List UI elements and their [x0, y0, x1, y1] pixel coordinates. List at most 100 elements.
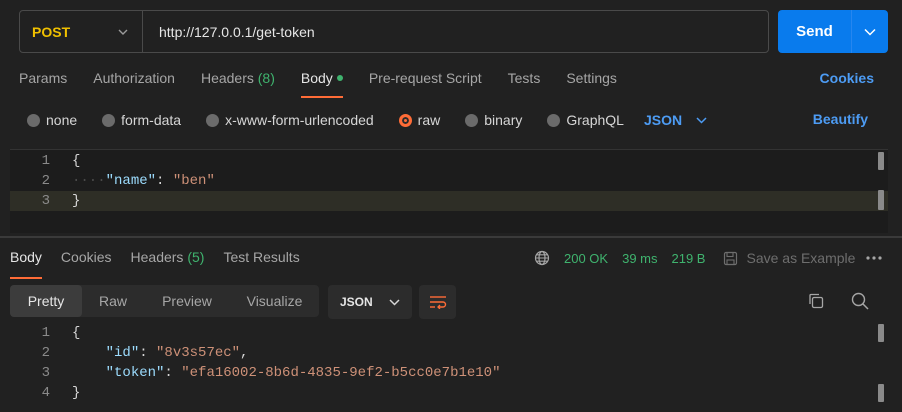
json-comma: , [240, 345, 249, 361]
search-icon[interactable] [851, 292, 869, 310]
chevron-down-icon [118, 29, 128, 35]
response-format-dropdown[interactable]: JSON [328, 285, 412, 319]
request-tabs: Params Authorization Headers (8) Body Pr… [19, 70, 643, 98]
view-mode-segmented-control: Pretty Raw Preview Visualize [10, 285, 319, 317]
response-tabs: Body Cookies Headers (5) Test Results [10, 249, 319, 279]
tab-label: Body [10, 249, 42, 265]
url-input[interactable]: http://127.0.0.1/get-token [143, 24, 768, 40]
radio-form-data[interactable]: form-data [102, 112, 181, 128]
tab-label: Pre-request Script [368, 70, 482, 86]
code-text: } [72, 385, 81, 401]
code-text: { [72, 325, 81, 341]
tab-pre-request-script[interactable]: Pre-request Script [369, 70, 482, 98]
code-line: 2 ····"name": "ben" [10, 171, 888, 191]
request-body-editor[interactable]: 1 { 2 ····"name": "ben" 3 } [10, 149, 888, 233]
radio-binary[interactable]: binary [465, 112, 522, 128]
json-key: "id" [105, 345, 140, 361]
save-icon [724, 251, 738, 265]
tab-label: Cookies [60, 249, 112, 265]
tab-label: Headers [200, 70, 254, 86]
tab-test-results[interactable]: Test Results [223, 249, 299, 277]
radio-circle [547, 113, 561, 127]
chevron-down-icon [389, 298, 400, 306]
radio-label: binary [484, 112, 523, 128]
wrap-lines-button[interactable] [419, 285, 456, 319]
radio-x-www-form-urlencoded[interactable]: x-www-form-urlencoded [206, 112, 374, 128]
line-number: 3 [41, 365, 50, 381]
response-time[interactable]: 39 ms [622, 251, 657, 266]
json-key: "token" [105, 365, 165, 381]
response-scrollbar[interactable] [878, 324, 884, 342]
tab-response-cookies[interactable]: Cookies [61, 249, 112, 277]
tab-label: Params [19, 70, 68, 86]
radio-circle [206, 113, 220, 127]
save-as-example-button[interactable]: Save as Example [723, 250, 855, 266]
tab-response-headers[interactable]: Headers (5) [131, 249, 205, 277]
tab-authorization[interactable]: Authorization [93, 70, 175, 98]
tab-label: Tests [507, 70, 541, 86]
line-number: 3 [41, 193, 50, 209]
json-value: "8v3s57ec" [156, 345, 241, 361]
code-text: { [72, 153, 81, 169]
view-mode-pretty[interactable]: Pretty [10, 285, 82, 317]
radio-circle-selected [398, 113, 412, 127]
radio-circle [27, 113, 40, 127]
line-number: 4 [41, 385, 50, 401]
send-label: Send [796, 23, 833, 40]
radio-circle [465, 113, 479, 127]
body-indicator-dot [336, 75, 343, 82]
pane-divider[interactable] [0, 236, 902, 238]
beautify-button[interactable]: Beautify [813, 111, 868, 127]
body-format-dropdown[interactable]: JSON [644, 112, 707, 128]
copy-icon[interactable] [807, 292, 825, 310]
tab-tests[interactable]: Tests [508, 70, 541, 98]
method-select[interactable]: POST [20, 11, 143, 52]
line-number: 1 [41, 153, 50, 169]
view-mode-visualize[interactable]: Visualize [230, 285, 319, 317]
code-line-current: 3 } [10, 191, 888, 211]
more-options-icon[interactable] [866, 256, 882, 260]
code-line: 1 { [10, 151, 888, 171]
view-mode-raw[interactable]: Raw [82, 285, 144, 317]
line-number: 2 [41, 345, 50, 361]
body-type-radios: none form-data x-www-form-urlencoded raw… [27, 111, 707, 129]
radio-label: GraphQL [566, 112, 624, 128]
view-mode-preview[interactable]: Preview [144, 285, 230, 317]
send-options-button[interactable] [852, 28, 888, 36]
save-as-example-label: Save as Example [746, 250, 856, 266]
tab-headers[interactable]: Headers (8) [201, 70, 275, 98]
json-value: "ben" [172, 173, 215, 189]
radio-graphql[interactable]: GraphQL [547, 112, 624, 128]
globe-icon[interactable] [534, 250, 550, 266]
tab-params[interactable]: Params [19, 70, 67, 98]
response-size[interactable]: 219 B [672, 251, 706, 266]
code-text: } [72, 193, 81, 209]
radio-raw[interactable]: raw [398, 112, 440, 128]
tab-body[interactable]: Body [300, 70, 343, 98]
send-button[interactable]: Send [778, 10, 888, 53]
code-line: 3 "token": "efa16002-8b6d-4835-9ef2-b5cc… [10, 363, 888, 383]
tab-settings[interactable]: Settings [566, 70, 617, 98]
editor-scrollbar[interactable] [878, 152, 884, 170]
url-bar: POST http://127.0.0.1/get-token [19, 10, 769, 53]
line-number: 2 [41, 173, 50, 189]
code-line: 2 "id": "8v3s57ec", [10, 343, 888, 363]
json-key: "name" [105, 173, 157, 189]
headers-count: (5) [187, 249, 205, 265]
body-format-label: JSON [643, 112, 683, 128]
wrap-lines-icon [429, 296, 446, 309]
radio-label: x-www-form-urlencoded [225, 112, 374, 128]
radio-label: none [46, 112, 78, 128]
tab-label: Headers [130, 249, 184, 265]
tab-response-body[interactable]: Body [10, 249, 42, 279]
cookies-link[interactable]: Cookies [820, 70, 874, 86]
response-body-viewer[interactable]: 1 { 2 "id": "8v3s57ec", 3 "token": "efa1… [10, 322, 888, 412]
radio-none[interactable]: none [27, 112, 77, 128]
tab-label: Body [300, 70, 333, 86]
radio-circle [102, 113, 116, 127]
response-scrollbar-marker [878, 384, 884, 402]
headers-count: (8) [257, 70, 275, 86]
status-code[interactable]: 200 OK [564, 251, 608, 266]
chevron-down-icon [864, 28, 876, 36]
tab-label: Authorization [93, 70, 175, 86]
